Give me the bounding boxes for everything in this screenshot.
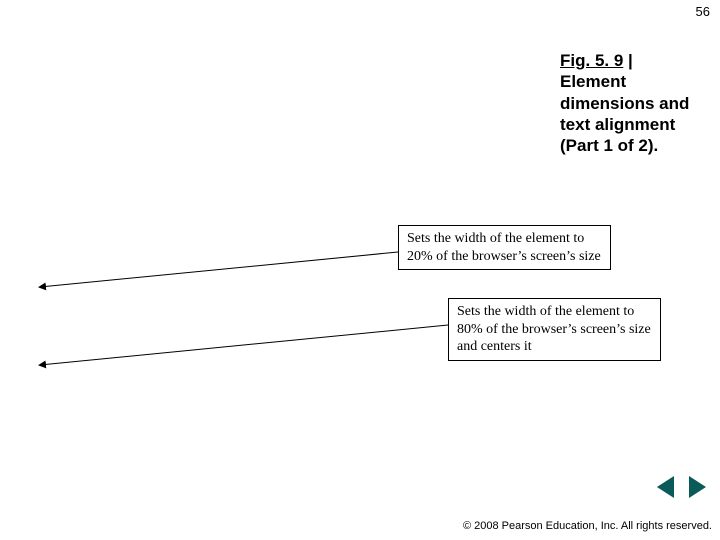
page-number: 56 bbox=[696, 4, 710, 19]
slide-nav bbox=[654, 476, 708, 498]
prev-slide-button[interactable] bbox=[654, 476, 676, 498]
triangle-left-icon bbox=[657, 476, 674, 498]
copyright-text: © 2008 Pearson Education, Inc. All right… bbox=[452, 520, 712, 534]
callout-80pct-width-center: Sets the width of the element to 80% of … bbox=[448, 298, 661, 361]
figure-separator: | bbox=[623, 51, 632, 70]
figure-link-text: Fig. 5. 9 bbox=[560, 51, 623, 70]
triangle-right-icon bbox=[689, 476, 706, 498]
callout-20pct-width: Sets the width of the element to 20% of … bbox=[398, 225, 611, 270]
figure-caption: Element dimensions and text alignment (P… bbox=[560, 72, 689, 155]
figure-title: Fig. 5. 9 | Element dimensions and text … bbox=[560, 50, 700, 156]
next-slide-button[interactable] bbox=[686, 476, 708, 498]
